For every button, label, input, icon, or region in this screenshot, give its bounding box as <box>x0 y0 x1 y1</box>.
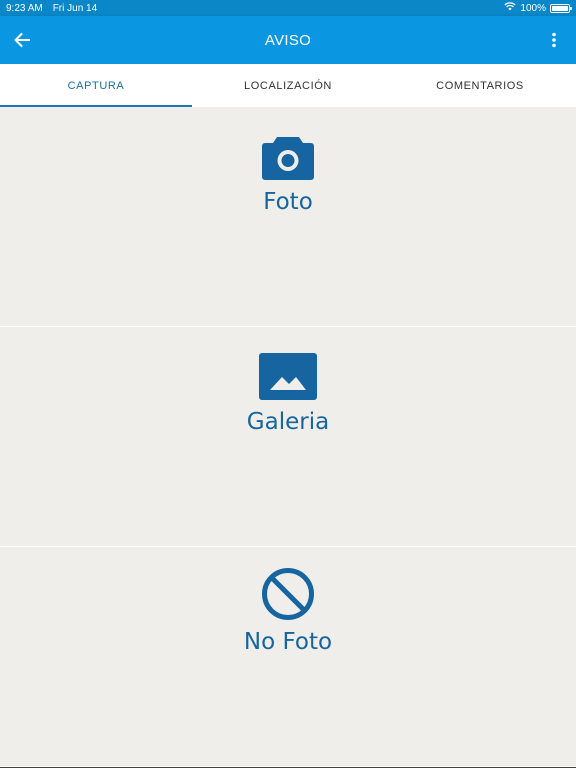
tab-label: COMENTARIOS <box>436 79 524 92</box>
tab-label: LOCALIZACIÓN <box>244 79 332 92</box>
more-options-button[interactable] <box>546 28 562 52</box>
status-bar: 9:23 AM Fri Jun 14 100% <box>0 0 576 16</box>
option-no-foto[interactable]: No Foto <box>0 547 576 767</box>
back-button[interactable] <box>10 28 34 52</box>
battery-percent: 100% <box>520 2 546 14</box>
more-vert-icon <box>552 32 556 48</box>
battery-level <box>552 5 568 11</box>
tab-captura[interactable]: CAPTURA <box>0 64 192 107</box>
page-title: AVISO <box>264 31 312 49</box>
option-label: No Foto <box>243 629 333 655</box>
status-time: 9:23 AM <box>6 2 43 14</box>
image-icon <box>258 341 318 401</box>
tab-bar: CAPTURA LOCALIZACIÓN COMENTARIOS <box>0 64 576 107</box>
option-galeria[interactable]: Galeria <box>0 327 576 547</box>
tab-label: CAPTURA <box>67 79 125 92</box>
arrow-left-icon <box>14 32 30 48</box>
option-foto[interactable]: Foto <box>0 107 576 327</box>
block-icon <box>261 561 315 621</box>
status-date: Fri Jun 14 <box>52 2 98 14</box>
option-label: Galeria <box>246 409 330 435</box>
app-bar: AVISO <box>0 16 576 64</box>
camera-icon <box>261 121 315 181</box>
tab-comentarios[interactable]: COMENTARIOS <box>384 64 576 107</box>
tab-localizacion[interactable]: LOCALIZACIÓN <box>192 64 384 107</box>
option-label: Foto <box>263 189 313 215</box>
wifi-icon <box>504 2 517 14</box>
capture-options: Foto Galeria No Foto <box>0 107 576 767</box>
battery-icon <box>550 3 572 13</box>
